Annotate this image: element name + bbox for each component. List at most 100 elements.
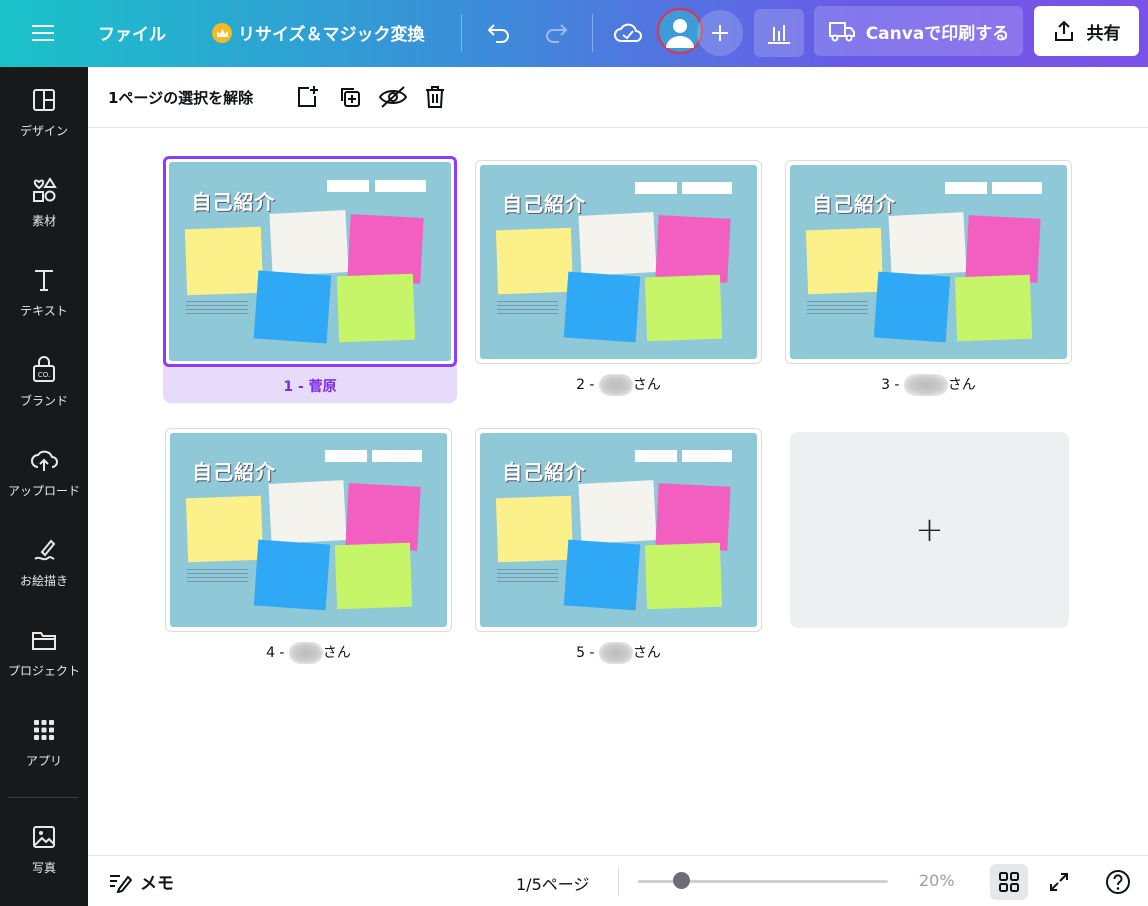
divider	[461, 14, 462, 52]
sticky-note	[495, 227, 573, 295]
zoom-level[interactable]: 20%	[919, 871, 955, 890]
zoom-slider-handle[interactable]	[673, 872, 690, 889]
page-number: 4 -	[266, 645, 289, 661]
slide-preview: 自己紹介	[169, 162, 451, 361]
slide-title: 自己紹介	[502, 460, 587, 485]
crown-icon	[212, 22, 232, 43]
page-number: 5 -	[576, 645, 599, 661]
duplicate-page-icon[interactable]	[336, 83, 364, 111]
slide-title: 自己紹介	[191, 189, 276, 214]
folder-icon	[30, 626, 58, 658]
divider	[592, 14, 593, 52]
blurred-name	[288, 642, 323, 664]
truck-icon	[828, 20, 856, 42]
page-label-3: 3 - さん	[785, 374, 1072, 396]
slide-preview: 自己紹介	[790, 165, 1067, 359]
page-suffix: さん	[632, 645, 661, 661]
notes-label: メモ	[140, 874, 174, 894]
sidebar-item-label: お絵描き	[19, 573, 68, 588]
page-suffix: さん	[947, 377, 976, 393]
add-page-icon[interactable]	[293, 83, 321, 111]
slide-small-text	[496, 568, 558, 585]
page-thumbnail-2[interactable]: 自己紹介	[475, 160, 762, 364]
print-with-canva-button[interactable]: Canvaで印刷する	[814, 6, 1023, 56]
slide-title: 自己紹介	[812, 192, 897, 217]
add-collaborator-icon[interactable]	[697, 10, 743, 56]
cloud-saved-icon[interactable]	[612, 17, 644, 49]
sidebar: デザイン 素材 テキスト CO. ブランド アップロード お絵描き プロジェクト…	[0, 67, 88, 906]
photo-icon	[30, 823, 58, 855]
sticky-note	[645, 274, 723, 341]
sidebar-item-draw[interactable]: お絵描き	[0, 517, 88, 607]
notes-icon	[108, 871, 132, 893]
sidebar-item-label: 素材	[31, 213, 56, 228]
sticky-note	[578, 479, 657, 544]
name-box	[374, 179, 426, 192]
bottom-bar: メモ 1/5ページ 20%	[88, 855, 1148, 906]
page-thumbnail-1[interactable]: 自己紹介	[163, 156, 457, 367]
top-bar: ファイル リサイズ＆マジック変換 Canvaで印刷する 共有	[0, 0, 1148, 67]
sticky-note	[335, 542, 413, 609]
sidebar-item-design[interactable]: デザイン	[0, 67, 88, 157]
page-suffix: さん	[632, 377, 661, 393]
sidebar-item-projects[interactable]: プロジェクト	[0, 607, 88, 697]
page-label-4: 4 - さん	[165, 642, 452, 664]
sidebar-item-elements[interactable]: 素材	[0, 157, 88, 247]
name-box	[682, 182, 733, 195]
name-box	[682, 450, 733, 463]
page-toolbar: 1ページの選択を解除	[88, 67, 1148, 128]
sidebar-item-brand[interactable]: CO. ブランド	[0, 337, 88, 427]
page-thumbnail-4[interactable]: 自己紹介	[165, 428, 452, 632]
sticky-note	[873, 271, 951, 343]
draw-icon	[30, 536, 58, 568]
sidebar-item-label: プロジェクト	[7, 663, 80, 678]
name-box	[326, 179, 370, 192]
undo-icon[interactable]	[484, 18, 514, 48]
sticky-note	[965, 215, 1041, 284]
blurred-name	[598, 642, 633, 664]
page-number: 3 -	[881, 377, 904, 393]
name-box	[992, 182, 1043, 195]
sidebar-item-apps[interactable]: アプリ	[0, 697, 88, 787]
help-icon[interactable]	[1099, 864, 1137, 900]
sticky-note	[955, 274, 1033, 341]
sticky-note	[578, 211, 657, 276]
fullscreen-icon[interactable]	[1040, 864, 1078, 900]
hide-page-icon[interactable]	[377, 83, 409, 111]
page-count[interactable]: 1/5ページ	[516, 871, 589, 895]
slide-title: 自己紹介	[502, 192, 587, 217]
page-thumbnail-5[interactable]: 自己紹介	[475, 428, 762, 632]
sticky-note	[805, 227, 883, 295]
blurred-name	[598, 374, 633, 396]
sticky-note	[495, 495, 573, 563]
sidebar-item-label: 写真	[31, 861, 56, 875]
sidebar-item-upload[interactable]: アップロード	[0, 427, 88, 517]
page-suffix: さん	[322, 645, 351, 661]
divider	[618, 866, 619, 896]
sidebar-item-label: アプリ	[25, 753, 62, 768]
resize-magic-button[interactable]: リサイズ＆マジック変換	[212, 20, 425, 45]
sidebar-item-text[interactable]: テキスト	[0, 247, 88, 337]
analytics-icon[interactable]	[754, 9, 804, 57]
sidebar-item-photos[interactable]: 写真	[0, 797, 88, 902]
page-thumbnail-3[interactable]: 自己紹介	[785, 160, 1072, 364]
resize-magic-label: リサイズ＆マジック変換	[238, 25, 425, 45]
redo-icon[interactable]	[541, 18, 571, 48]
trash-icon[interactable]	[421, 83, 449, 111]
plus-icon: +	[915, 510, 944, 550]
slide-title: 自己紹介	[192, 460, 277, 485]
share-button[interactable]: 共有	[1034, 6, 1139, 56]
notes-button[interactable]: メモ	[108, 869, 174, 894]
file-menu[interactable]: ファイル	[98, 20, 166, 45]
deselect-page-button[interactable]: 1ページの選択を解除	[108, 87, 253, 108]
name-box	[325, 450, 367, 463]
upload-icon	[30, 446, 58, 478]
name-box	[372, 450, 423, 463]
sticky-note	[888, 211, 967, 276]
add-page-button[interactable]: +	[790, 432, 1069, 628]
grid-view-icon[interactable]	[990, 864, 1028, 900]
menu-icon[interactable]	[30, 20, 56, 46]
slide-preview: 自己紹介	[480, 165, 757, 359]
text-icon	[30, 266, 58, 298]
blurred-name	[903, 374, 948, 396]
